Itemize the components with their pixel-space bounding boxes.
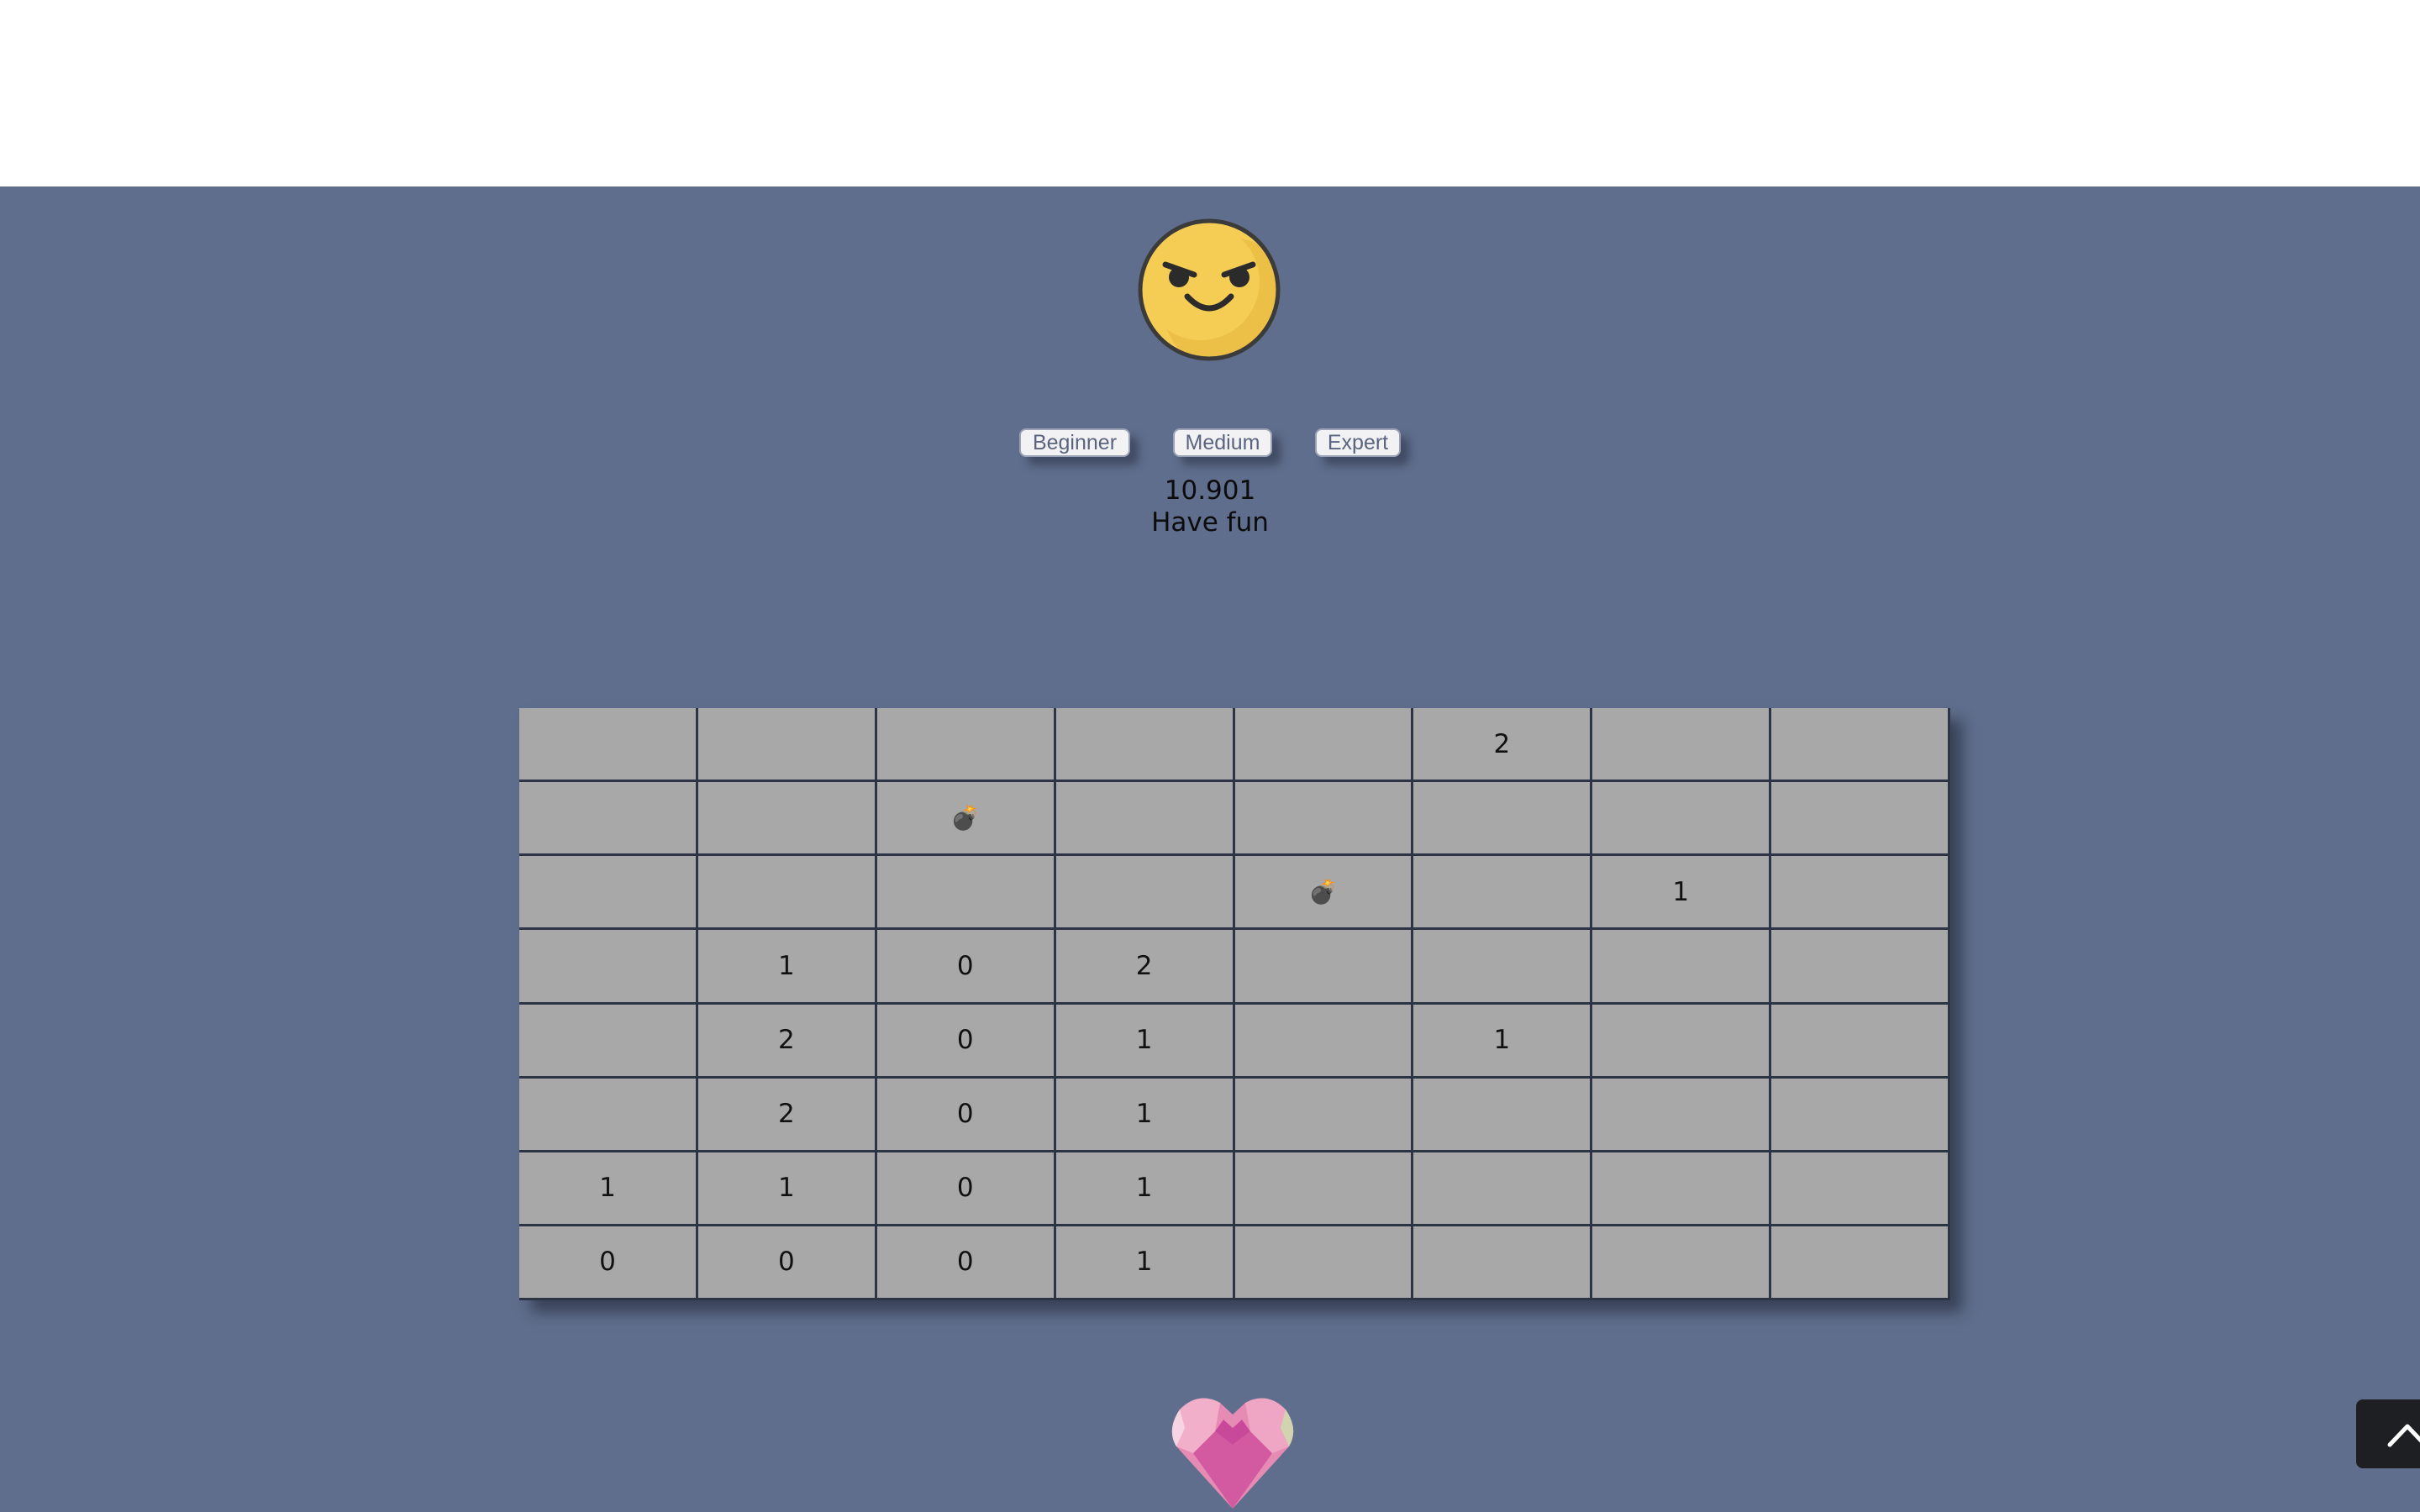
board-cell[interactable]: 1	[1055, 1226, 1235, 1300]
board-cell[interactable]: 1	[697, 930, 877, 1005]
board-cell[interactable]: 0	[876, 1226, 1056, 1300]
board-cell[interactable]	[1234, 708, 1414, 783]
scroll-to-top-button[interactable]	[2356, 1399, 2420, 1468]
board-cell[interactable]	[876, 708, 1056, 783]
board-cell[interactable]: 0	[876, 1078, 1056, 1152]
board-cell[interactable]	[1234, 1226, 1414, 1300]
board-cell[interactable]	[1592, 782, 1772, 857]
heart-icon	[1168, 1394, 1298, 1512]
top-bar	[0, 0, 2420, 186]
board-cell[interactable]: 1	[1055, 1078, 1235, 1152]
board-cell[interactable]: 1	[1055, 1004, 1235, 1079]
board-cell[interactable]	[1413, 930, 1593, 1005]
medium-button[interactable]: Medium	[1173, 428, 1272, 457]
board-cell[interactable]: 2	[697, 1004, 877, 1079]
board-cell[interactable]: 1	[1592, 856, 1772, 931]
board-cell[interactable]	[1055, 782, 1235, 857]
mine-cell[interactable]: 💣	[1234, 856, 1414, 931]
board-cell[interactable]: 1	[519, 1152, 698, 1226]
board-cell[interactable]	[1592, 1078, 1772, 1152]
board-cell[interactable]	[519, 708, 698, 783]
board-cell[interactable]	[1234, 1152, 1414, 1226]
board-cell[interactable]: 2	[1055, 930, 1235, 1005]
beginner-button[interactable]: Beginner	[1019, 428, 1130, 457]
board-cell[interactable]	[519, 1004, 698, 1079]
board-cell[interactable]	[1771, 1152, 1950, 1226]
board-cell[interactable]	[1592, 708, 1772, 783]
board-cell[interactable]	[1771, 782, 1950, 857]
bomb-icon: 💣	[1308, 878, 1338, 906]
board-cell[interactable]	[1771, 708, 1950, 783]
board-cell[interactable]: 1	[697, 1152, 877, 1226]
board-cell[interactable]	[1234, 1078, 1414, 1152]
board-cell[interactable]	[1413, 856, 1593, 931]
timer: 10.901	[1164, 475, 1256, 506]
bomb-icon: 💣	[950, 804, 981, 832]
board-cell[interactable]	[1413, 1152, 1593, 1226]
board-cell[interactable]	[1592, 1004, 1772, 1079]
board-cell[interactable]: 2	[1413, 708, 1593, 783]
board-cell[interactable]	[519, 1078, 698, 1152]
board-cell[interactable]	[1413, 1078, 1593, 1152]
board-cell[interactable]: 1	[1055, 1152, 1235, 1226]
board-cell[interactable]: 0	[697, 1226, 877, 1300]
board-cell[interactable]	[1055, 856, 1235, 931]
minefield-board: 2 💣 💣 1 1 0 2 2 0 1 1 2 0 1 1 1 0 1 0 0 0 1	[519, 708, 1950, 1300]
expert-button[interactable]: Expert	[1315, 428, 1401, 457]
board-cell[interactable]	[519, 930, 698, 1005]
board-cell[interactable]	[1055, 708, 1235, 783]
board-cell[interactable]: 1	[1413, 1004, 1593, 1079]
board-cell[interactable]	[519, 856, 698, 931]
board-cell[interactable]: 0	[876, 930, 1056, 1005]
board-cell[interactable]	[1771, 1226, 1950, 1300]
angry-smiley-icon[interactable]	[1137, 218, 1281, 362]
board-cell[interactable]	[1771, 930, 1950, 1005]
board-cell[interactable]	[1771, 1004, 1950, 1079]
board-cell[interactable]	[1234, 1004, 1414, 1079]
board-cell[interactable]	[1592, 1152, 1772, 1226]
chevron-up-icon	[2387, 1424, 2420, 1447]
status-message: Have fun	[1151, 507, 1269, 538]
board-cell[interactable]	[697, 782, 877, 857]
difficulty-selector: Beginner Medium Expert	[0, 428, 2420, 460]
board-cell[interactable]	[1413, 1226, 1593, 1300]
board-cell[interactable]	[1234, 782, 1414, 857]
board-cell[interactable]	[697, 856, 877, 931]
board-cell[interactable]	[876, 856, 1056, 931]
board-cell[interactable]	[1771, 1078, 1950, 1152]
board-cell[interactable]	[1592, 1226, 1772, 1300]
board-cell[interactable]	[1771, 856, 1950, 931]
board-cell[interactable]: 0	[519, 1226, 698, 1300]
board-cell[interactable]: 0	[876, 1152, 1056, 1226]
board-cell[interactable]	[519, 782, 698, 857]
board-cell[interactable]	[1592, 930, 1772, 1005]
board-cell[interactable]	[697, 708, 877, 783]
board-cell[interactable]: 0	[876, 1004, 1056, 1079]
board-cell[interactable]	[1234, 930, 1414, 1005]
board-cell[interactable]: 2	[697, 1078, 877, 1152]
board-cell[interactable]	[1413, 782, 1593, 857]
mine-cell[interactable]: 💣	[876, 782, 1056, 857]
